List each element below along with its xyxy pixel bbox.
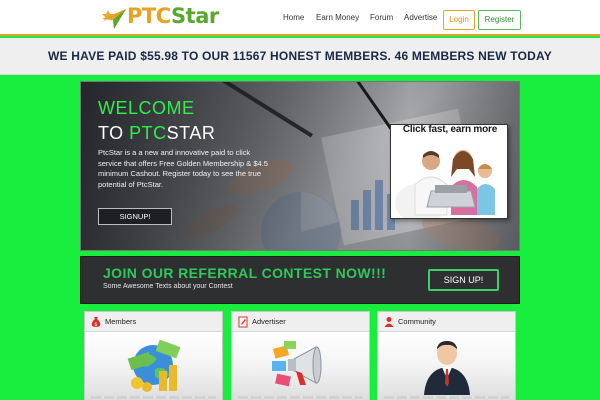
megaphone-icon — [272, 341, 322, 387]
hero-card-label: Click fast, earn more — [402, 124, 498, 135]
family-laptop-image — [391, 125, 507, 218]
logo-star-word: Star — [171, 4, 219, 28]
person-icon — [384, 317, 394, 327]
nav-home[interactable]: Home — [283, 0, 304, 36]
panel-advertiser-header: Advertiser — [232, 312, 369, 332]
hero-site-title: TO PTCSTAR — [98, 123, 215, 144]
site-logo[interactable]: PTCStar — [100, 2, 219, 32]
panel-community-footer-text — [384, 396, 509, 399]
hero-section: WELCOME TO PTCSTAR PtcStar is a a new an… — [80, 81, 520, 251]
globe-money-icon — [127, 339, 181, 392]
panel-members-header: $ Members — [85, 312, 222, 332]
hero-title-rest: STAR — [166, 123, 216, 143]
panel-advertiser-label: Advertiser — [252, 317, 286, 326]
nav-forum[interactable]: Forum — [370, 0, 393, 36]
payout-banner: WE HAVE PAID $55.98 TO OUR 11567 HONEST … — [0, 38, 600, 75]
logo-text: PTCStar — [127, 4, 219, 28]
nav-earn-money[interactable]: Earn Money — [316, 0, 359, 36]
panel-advertiser-footer-text — [238, 396, 363, 399]
star-icon — [102, 9, 126, 29]
referral-contest-bar: JOIN OUR REFERRAL CONTEST NOW!!! Some Aw… — [80, 256, 520, 304]
panel-community-label: Community — [398, 317, 436, 326]
contest-subtitle: Some Awesome Texts about your Contest — [103, 283, 233, 290]
svg-text:$: $ — [94, 322, 97, 328]
hero-title-pre: TO — [98, 123, 130, 143]
contest-title: JOIN OUR REFERRAL CONTEST NOW!!! — [103, 265, 387, 281]
panel-members-footer-text — [91, 396, 216, 399]
nav-advertise[interactable]: Advertise — [404, 0, 437, 36]
money-bag-icon: $ — [91, 317, 101, 328]
logo-ptc: PTC — [127, 4, 172, 28]
businessman-icon — [424, 341, 470, 395]
panel-advertiser[interactable]: Advertiser — [231, 311, 370, 400]
panel-members[interactable]: $ Members — [84, 311, 223, 400]
panel-community[interactable]: Community — [377, 311, 516, 400]
hero-description: PtcStar is a a new and innovative paid t… — [98, 148, 268, 189]
top-header: PTCStar Home Earn Money Forum Advertise … — [0, 0, 600, 36]
panel-members-label: Members — [105, 317, 137, 326]
hero-welcome-title: WELCOME — [98, 98, 195, 118]
hero-signup-button[interactable]: SIGNUP! — [98, 208, 172, 225]
hero-title-ptc: PTC — [129, 123, 167, 143]
register-button[interactable]: Register — [478, 10, 521, 30]
hero-promo-card: Click fast, earn more — [390, 124, 508, 219]
login-button[interactable]: Login — [443, 10, 475, 30]
contest-signup-button[interactable]: SIGN UP! — [428, 269, 499, 291]
pencil-doc-icon — [238, 316, 248, 328]
panel-community-header: Community — [378, 312, 515, 332]
